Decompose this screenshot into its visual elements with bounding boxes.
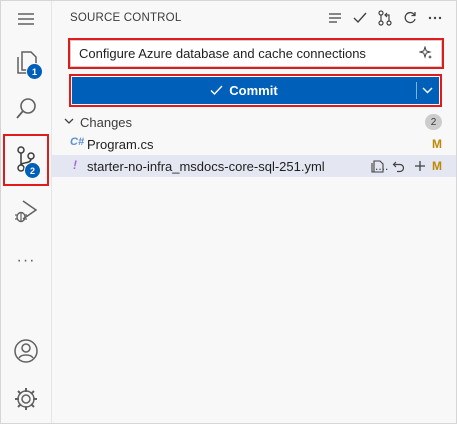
search-icon (16, 98, 36, 119)
yaml-file-icon: ! (73, 158, 77, 172)
changes-count-badge: 2 (425, 114, 442, 130)
view-actions (326, 9, 444, 27)
check-icon (353, 12, 367, 24)
manage-button[interactable] (1, 375, 51, 423)
sparkle-icon (418, 45, 432, 59)
search-button[interactable] (1, 85, 51, 133)
commit-message-text: Configure Azure database and cache conne… (79, 46, 366, 61)
source-control-view: SOURCE CONTROL Configure Azure database … (52, 1, 456, 423)
pull-request-button[interactable] (376, 9, 394, 27)
commit-dropdown-button[interactable] (416, 77, 439, 104)
file-status-badge: M (432, 137, 442, 151)
commit-check-button[interactable] (351, 9, 369, 27)
commit-button[interactable]: Commit (72, 77, 416, 104)
accounts-button[interactable] (1, 327, 51, 375)
run-debug-icon (15, 200, 38, 223)
pull-request-icon (378, 10, 392, 26)
source-control-button[interactable]: 2 (1, 135, 51, 183)
explorer-button[interactable]: 1 (1, 39, 51, 87)
open-file-icon (370, 160, 384, 173)
commit-button-label: Commit (229, 83, 278, 98)
menu-button[interactable] (1, 1, 51, 37)
hamburger-menu-icon (18, 13, 34, 25)
refresh-button[interactable] (401, 9, 419, 27)
more-actions-button[interactable] (426, 9, 444, 27)
stage-changes-button[interactable] (411, 157, 428, 175)
refresh-icon (404, 11, 416, 24)
commit-message-input[interactable]: Configure Azure database and cache conne… (70, 40, 442, 67)
open-file-button[interactable] (369, 157, 386, 175)
window-frame: 1 2 ··· SOURCE CONTROL Configure Azure d… (0, 0, 457, 424)
chevron-down-icon (422, 87, 433, 94)
generate-message-button[interactable] (418, 45, 433, 63)
file-name: starter-no-infra_msdocs-core-sql-251.yml (87, 159, 325, 174)
explorer-badge: 1 (26, 63, 43, 80)
more-views-button[interactable]: ··· (1, 237, 51, 285)
view-as-list-button[interactable] (326, 9, 344, 27)
list-icon (329, 13, 341, 23)
csharp-file-icon: C# (70, 136, 85, 148)
file-status-badge: M (432, 159, 442, 173)
changed-file-row[interactable]: ! starter-no-infra_msdocs-core-sql-251.y… (52, 155, 456, 177)
chevron-down-icon (64, 118, 74, 124)
file-name: Program.cs (87, 137, 154, 152)
account-icon (14, 339, 38, 363)
file-row-actions (369, 157, 428, 175)
plus-icon (414, 161, 425, 171)
activity-bar: 1 2 ··· (1, 1, 52, 423)
source-control-badge: 2 (24, 162, 41, 179)
changed-file-row[interactable]: C# Program.cs M (52, 133, 456, 155)
changes-label: Changes (80, 115, 133, 130)
gear-icon (15, 388, 37, 410)
ellipsis-icon (428, 16, 442, 20)
commit-check-icon (210, 85, 223, 96)
discard-icon (392, 161, 405, 172)
discard-changes-button[interactable] (390, 157, 407, 175)
changes-section-header[interactable]: Changes 2 (52, 111, 456, 133)
view-title: SOURCE CONTROL (70, 12, 182, 24)
run-debug-button[interactable] (1, 187, 51, 235)
